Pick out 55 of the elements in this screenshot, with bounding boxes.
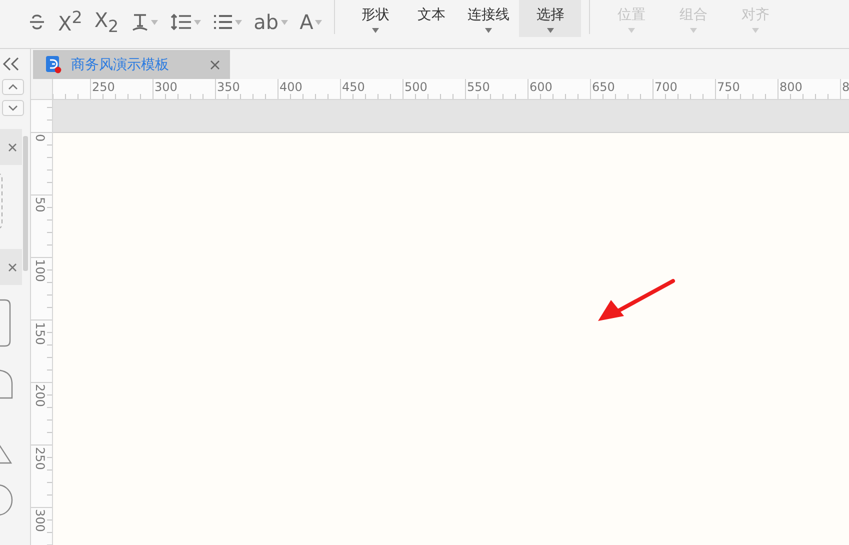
format-tool[interactable]: A	[296, 7, 326, 37]
caret-icon	[546, 28, 554, 33]
panel-header[interactable]	[0, 129, 22, 165]
caret-icon	[315, 20, 322, 24]
ruler-label: 8	[841, 79, 849, 95]
ruler-label: 300	[33, 509, 47, 532]
caret-icon	[372, 28, 379, 33]
bullet-list-icon[interactable]	[212, 13, 233, 31]
menu-button[interactable]: 连接线	[457, 0, 520, 37]
chevron-up-icon	[8, 84, 18, 90]
caret-icon	[628, 28, 635, 33]
format-tool[interactable]: X$_{2}$	[90, 7, 123, 37]
ruler-label: 250	[91, 79, 115, 95]
ruler-label: 50	[33, 196, 47, 212]
ruler-label: 0	[33, 134, 47, 142]
ruler-label: 250	[33, 446, 47, 470]
close-icon[interactable]	[8, 142, 17, 152]
half-round-shape[interactable]	[0, 369, 13, 399]
scrollbar[interactable]	[23, 136, 28, 271]
panel-header[interactable]	[0, 249, 22, 285]
ruler-label: 200	[33, 384, 47, 407]
format-tool[interactable]: X$^{2}$	[54, 7, 86, 37]
line-spacing-icon[interactable]	[170, 13, 192, 31]
close-icon[interactable]	[8, 262, 17, 272]
caret-icon	[752, 28, 759, 33]
strikethrough-icon[interactable]	[28, 13, 46, 31]
ruler-label: 400	[278, 79, 302, 95]
scroll-down-button[interactable]	[2, 100, 24, 116]
caret-icon	[234, 20, 242, 24]
ruler-label: 600	[528, 79, 552, 95]
ruler-label: 150	[33, 322, 47, 344]
caret-icon	[280, 20, 288, 24]
menu-button[interactable]: 选择	[519, 0, 582, 37]
ruler-label: 500	[404, 79, 428, 95]
scroll-up-button[interactable]	[2, 79, 24, 95]
menu-button[interactable]: 形状	[345, 0, 406, 37]
chevron-down-icon	[8, 105, 18, 111]
menu-button[interactable]: 文本	[405, 0, 458, 37]
ruler-label: 300	[154, 79, 178, 95]
text-style-icon[interactable]	[130, 12, 149, 32]
caret-icon	[690, 28, 697, 33]
ruler-label: 450	[341, 79, 365, 95]
caret-icon	[194, 20, 201, 24]
caret-icon	[484, 28, 492, 33]
format-tool[interactable]: ab	[250, 7, 292, 37]
collapse-icon[interactable]	[2, 57, 20, 71]
ruler-label: 550	[466, 79, 490, 95]
ruler-label: 700	[654, 79, 678, 95]
close-icon[interactable]	[210, 60, 220, 70]
ruler-label: 350	[216, 79, 240, 95]
ruler-label: 800	[778, 79, 802, 95]
ruler-label: 100	[33, 259, 47, 282]
caret-icon	[150, 20, 158, 24]
ruler-label: 650	[591, 79, 615, 95]
ruler-label: 750	[716, 79, 740, 95]
